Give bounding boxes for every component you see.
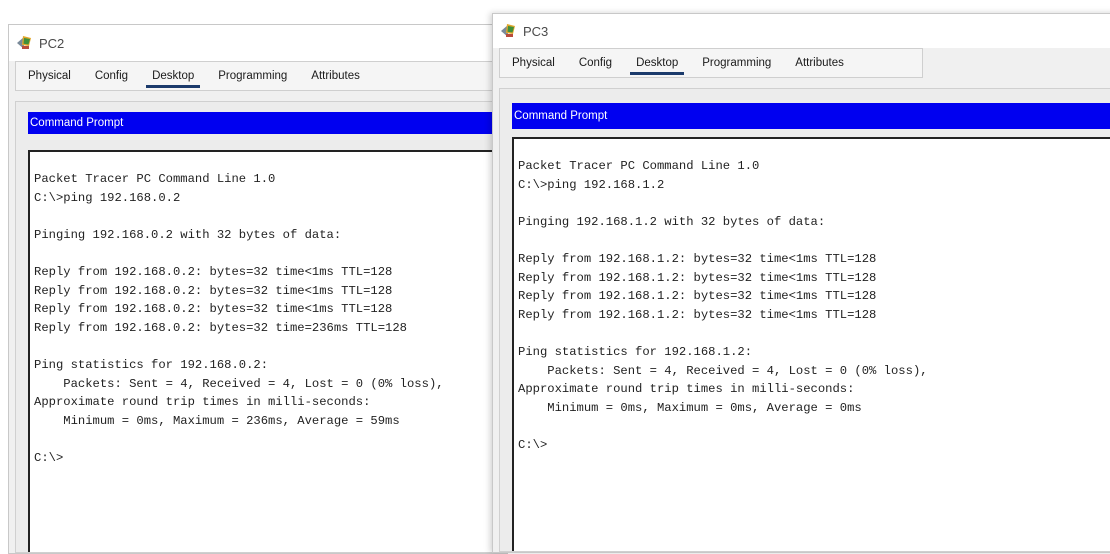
pc3-tab-bar: Physical Config Desktop Programming Attr… bbox=[499, 48, 923, 78]
pc2-terminal[interactable]: Packet Tracer PC Command Line 1.0 C:\>pi… bbox=[28, 150, 507, 552]
tab-attributes[interactable]: Attributes bbox=[299, 62, 372, 90]
tab-desktop[interactable]: Desktop bbox=[624, 49, 690, 77]
pc3-window[interactable]: PC3 Physical Config Desktop Programming … bbox=[492, 13, 1110, 553]
pc3-desktop-panel: Command Prompt Packet Tracer PC Command … bbox=[499, 88, 1110, 552]
tab-config[interactable]: Config bbox=[567, 49, 624, 77]
tab-programming[interactable]: Programming bbox=[206, 62, 299, 90]
tab-physical[interactable]: Physical bbox=[16, 62, 83, 90]
packet-tracer-pc-icon bbox=[499, 22, 517, 40]
pc2-tab-bar: Physical Config Desktop Programming Attr… bbox=[15, 61, 507, 91]
tab-desktop[interactable]: Desktop bbox=[140, 62, 206, 90]
tab-config[interactable]: Config bbox=[83, 62, 140, 90]
terminal-output: Packet Tracer PC Command Line 1.0 C:\>pi… bbox=[34, 172, 444, 465]
window-title: PC2 bbox=[39, 35, 65, 51]
packet-tracer-pc-icon bbox=[15, 34, 33, 52]
terminal-output: Packet Tracer PC Command Line 1.0 C:\>pi… bbox=[518, 159, 928, 452]
pc2-window[interactable]: PC2 Physical Config Desktop Programming … bbox=[8, 24, 508, 554]
pc3-terminal[interactable]: Packet Tracer PC Command Line 1.0 C:\>pi… bbox=[512, 137, 1110, 551]
window-title: PC3 bbox=[523, 23, 549, 39]
tab-physical[interactable]: Physical bbox=[500, 49, 567, 77]
pc3-titlebar[interactable]: PC3 bbox=[493, 14, 1110, 48]
tab-attributes[interactable]: Attributes bbox=[783, 49, 856, 77]
command-prompt-header: Command Prompt bbox=[28, 112, 507, 134]
pc2-titlebar[interactable]: PC2 bbox=[9, 25, 507, 61]
tab-programming[interactable]: Programming bbox=[690, 49, 783, 77]
pc2-desktop-panel: Command Prompt Packet Tracer PC Command … bbox=[15, 101, 507, 553]
command-prompt-header: Command Prompt bbox=[512, 103, 1110, 129]
